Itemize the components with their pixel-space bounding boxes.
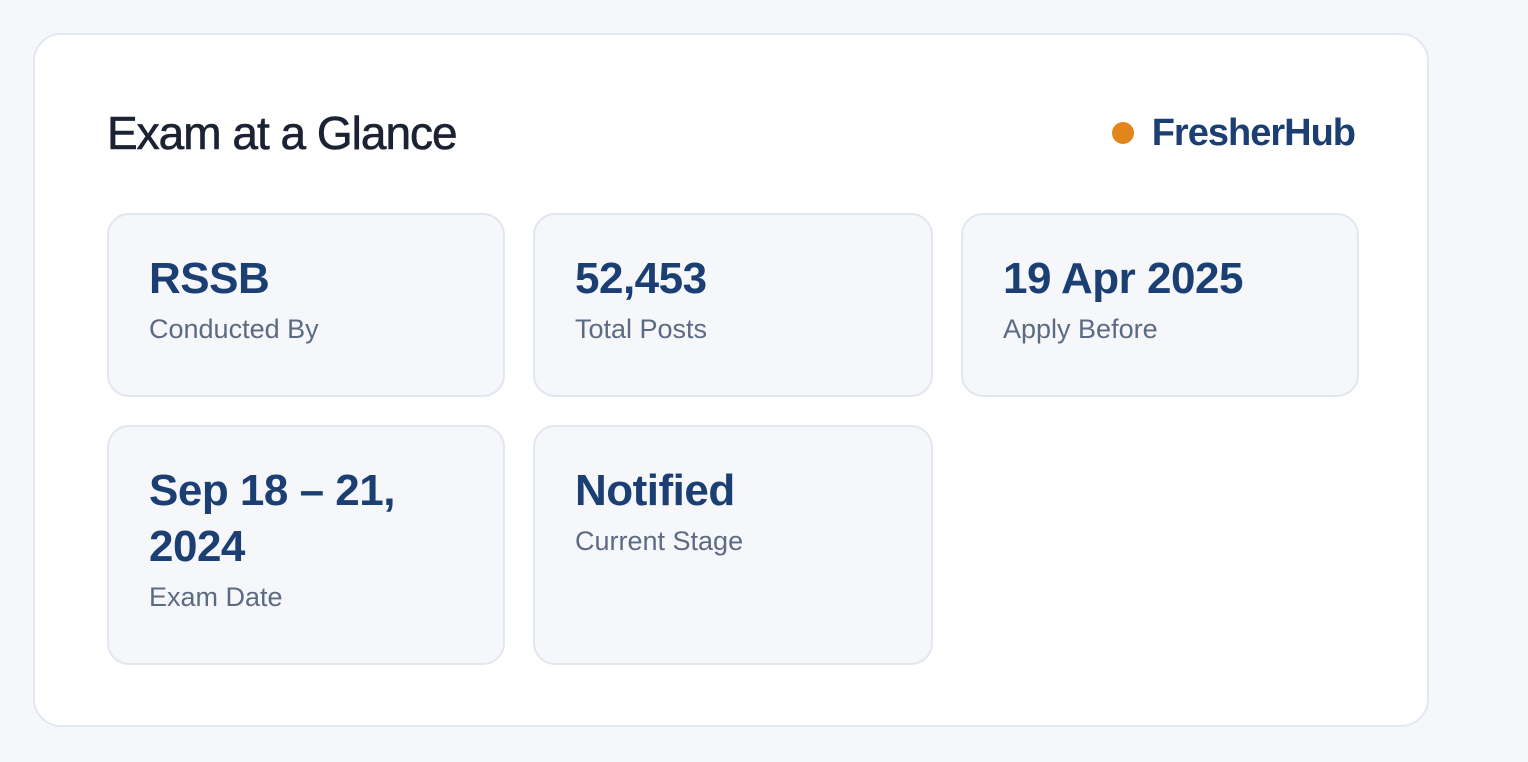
brand-name: FresherHub [1151, 111, 1356, 154]
stat-label: Current Stage [575, 526, 744, 556]
stat-label: Exam Date [149, 582, 283, 612]
stat-tile-conducted-by: RSSB Conducted By [107, 213, 505, 397]
stat-value: 52,453 [575, 254, 707, 303]
exam-at-a-glance-card: Exam at a Glance FresherHub RSSB Conduct… [33, 33, 1429, 727]
stat-value: 19 Apr 2025 [1003, 254, 1243, 303]
brand-dot-icon [1111, 122, 1134, 144]
stat-tile-current-stage: Notified Current Stage [533, 425, 933, 665]
stat-tile-total-posts: 52,453 Total Posts [533, 213, 933, 397]
stat-label: Conducted By [149, 314, 319, 344]
stat-label: Apply Before [1003, 314, 1158, 344]
stat-tile-exam-date: Sep 18 – 21, 2024 Exam Date [107, 425, 505, 665]
brand-logo[interactable]: FresherHub [1111, 109, 1356, 157]
card-title: Exam at a Glance [107, 107, 458, 160]
stat-value: Notified [575, 466, 735, 515]
stat-value: RSSB [149, 254, 270, 303]
stat-value: Sep 18 – 21, 2024 [149, 466, 395, 571]
stat-label: Total Posts [575, 314, 708, 344]
stat-tile-apply-before: 19 Apr 2025 Apply Before [961, 213, 1359, 397]
